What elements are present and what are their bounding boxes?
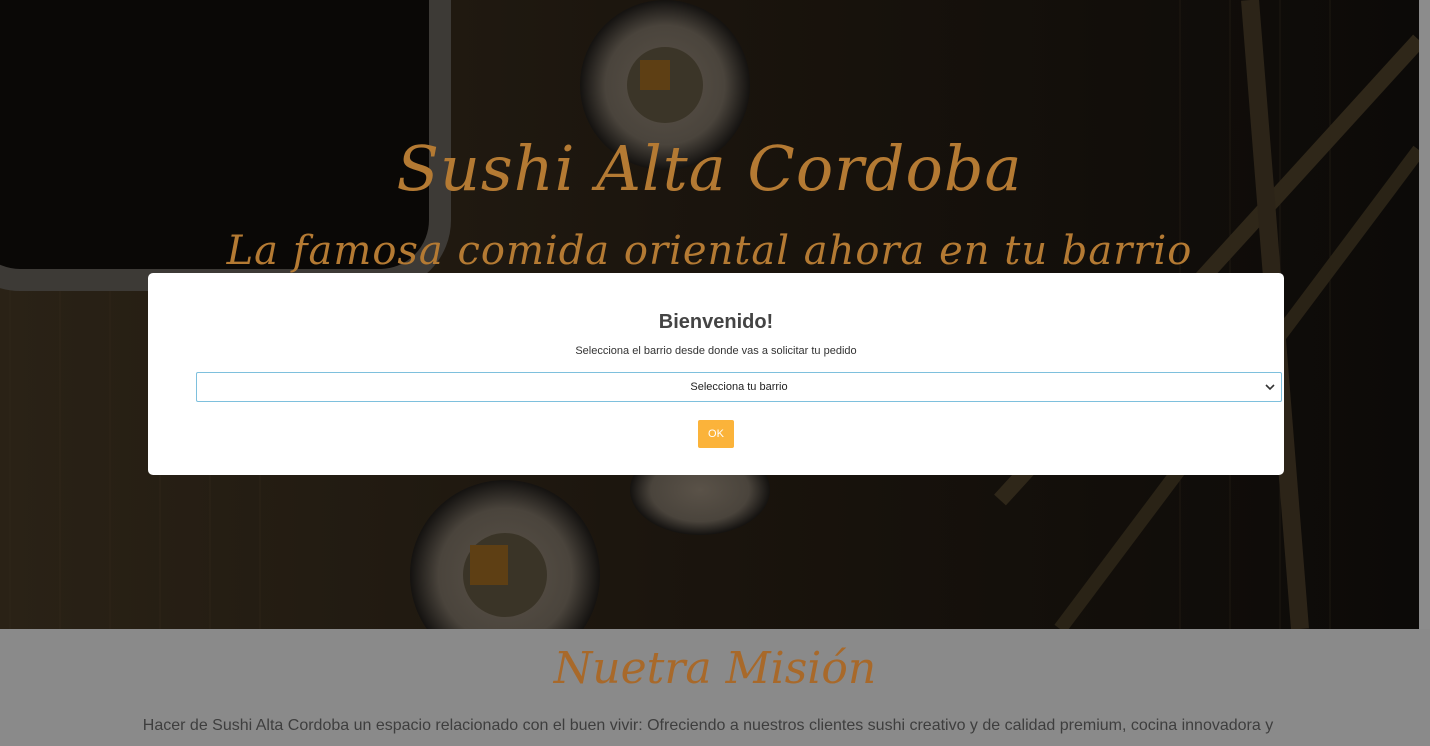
barrio-select-value: Selecciona tu barrio xyxy=(690,381,788,393)
hero-title: Sushi Alta Cordoba xyxy=(396,132,1023,205)
ok-button[interactable]: OK xyxy=(698,420,734,448)
mission-title: Nuetra Misión xyxy=(553,643,877,694)
welcome-modal: Bienvenido! Selecciona el barrio desde d… xyxy=(148,273,1284,475)
modal-message: Selecciona el barrio desde donde vas a s… xyxy=(575,345,857,357)
hero-subtitle: La famosa comida oriental ahora en tu ba… xyxy=(226,228,1193,274)
mission-text: Hacer de Sushi Alta Cordoba un espacio r… xyxy=(142,717,1274,734)
mission-section: Nuetra Misión Hacer de Sushi Alta Cordob… xyxy=(0,629,1430,746)
page-scrollbar[interactable] xyxy=(1419,0,1430,629)
modal-title: Bienvenido! xyxy=(658,311,774,333)
barrio-select[interactable]: Selecciona tu barrio xyxy=(196,372,1282,402)
chevron-down-icon xyxy=(1265,384,1275,391)
